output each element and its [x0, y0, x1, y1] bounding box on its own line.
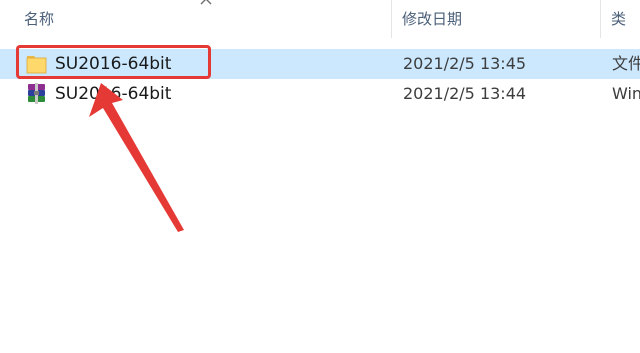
file-type: 文件夹	[612, 54, 640, 73]
file-name[interactable]: SU2016-64bit	[55, 79, 171, 109]
column-header-name[interactable]: 名称	[24, 0, 54, 38]
file-type: WinRAR	[612, 84, 640, 103]
winrar-archive-icon	[28, 83, 45, 104]
column-header-date-modified[interactable]: 修改日期	[402, 0, 462, 38]
file-date-modified: 2021/2/5 13:45	[403, 54, 527, 73]
annotation-highlight-box	[16, 45, 211, 79]
column-divider[interactable]	[600, 0, 601, 38]
column-divider[interactable]	[391, 0, 392, 38]
column-header-bar: 名称 修改日期 类型	[0, 0, 640, 66]
file-row-archive[interactable]: SU2016-64bit 2021/2/5 13:44 WinRAR	[0, 79, 640, 109]
sort-chevron-up-icon[interactable]	[199, 0, 213, 6]
file-date-modified: 2021/2/5 13:44	[403, 84, 527, 103]
column-header-type[interactable]: 类型	[611, 0, 640, 66]
